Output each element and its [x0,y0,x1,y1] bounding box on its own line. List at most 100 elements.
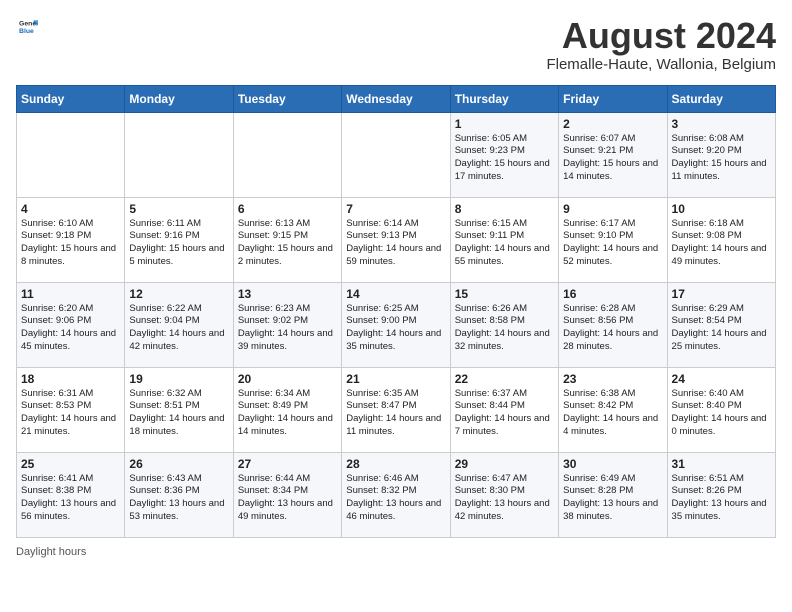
day-number: 9 [563,202,662,216]
calendar-cell: 27Sunrise: 6:44 AM Sunset: 8:34 PM Dayli… [233,452,341,537]
calendar-cell: 14 Sunrise: 6:25 AM Sunset: 9:00 PM Dayli… [342,282,450,367]
day-detail: Sunrise: 6:26 AM Sunset: 8:58 PM Dayligh… [455,303,554,354]
day-detail: Sunrise: 6:46 AM Sunset: 8:32 PM Dayligh… [346,473,445,524]
day-number: 12 [129,287,228,301]
calendar-cell: 23 Sunrise: 6:38 AM Sunset: 8:42 PM Dayli… [559,367,667,452]
subtitle: Flemalle-Haute, Wallonia, Belgium [546,56,776,73]
calendar-cell: 12 Sunrise: 6:22 AM Sunset: 9:04 PM Dayli… [125,282,233,367]
day-number: 23 [563,372,662,386]
calendar-cell [233,112,341,197]
day-number: 2 [563,117,662,131]
day-number: 28 [346,457,445,471]
calendar-cell: 16 Sunrise: 6:28 AM Sunset: 8:56 PM Dayli… [559,282,667,367]
day-number: 31 [672,457,771,471]
day-number: 18 [21,372,120,386]
weekday-header: Saturday [667,85,775,112]
day-number: 25 [21,457,120,471]
calendar-cell: 4Sunrise: 6:10 AM Sunset: 9:18 PM Daylig… [17,197,125,282]
weekday-header: Sunday [17,85,125,112]
day-detail: Sunrise: 6:40 AM Sunset: 8:40 PM Dayligh… [672,388,771,439]
calendar-week-row: 1Sunrise: 6:05 AM Sunset: 9:23 PM Daylig… [17,112,776,197]
calendar-week-row: 11 Sunrise: 6:20 AM Sunset: 9:06 PM Dayli… [17,282,776,367]
calendar-cell: 2Sunrise: 6:07 AM Sunset: 9:21 PM Daylig… [559,112,667,197]
day-number: 13 [238,287,337,301]
day-detail: Sunrise: 6:28 AM Sunset: 8:56 PM Dayligh… [563,303,662,354]
day-detail: Sunrise: 6:51 AM Sunset: 8:26 PM Dayligh… [672,473,771,524]
calendar-cell: 1Sunrise: 6:05 AM Sunset: 9:23 PM Daylig… [450,112,558,197]
daylight-label: Daylight hours [16,546,86,558]
day-number: 29 [455,457,554,471]
day-detail: Sunrise: 6:47 AM Sunset: 8:30 PM Dayligh… [455,473,554,524]
calendar-cell: 31 Sunrise: 6:51 AM Sunset: 8:26 PM Dayli… [667,452,775,537]
calendar-cell: 17 Sunrise: 6:29 AM Sunset: 8:54 PM Dayli… [667,282,775,367]
calendar-cell [342,112,450,197]
calendar-cell: 26 Sunrise: 6:43 AM Sunset: 8:36 PM Dayli… [125,452,233,537]
day-detail: Sunrise: 6:17 AM Sunset: 9:10 PM Dayligh… [563,218,662,269]
day-detail: Sunrise: 6:20 AM Sunset: 9:06 PM Dayligh… [21,303,120,354]
day-number: 24 [672,372,771,386]
day-number: 30 [563,457,662,471]
calendar-cell: 8 Sunrise: 6:15 AM Sunset: 9:11 PM Daylig… [450,197,558,282]
calendar-cell: 5 Sunrise: 6:11 AM Sunset: 9:16 PM Daylig… [125,197,233,282]
weekday-header-row: SundayMondayTuesdayWednesdayThursdayFrid… [17,85,776,112]
weekday-header: Thursday [450,85,558,112]
day-number: 20 [238,372,337,386]
day-number: 5 [129,202,228,216]
day-detail: Sunrise: 6:13 AM Sunset: 9:15 PM Dayligh… [238,218,337,269]
day-detail: Sunrise: 6:18 AM Sunset: 9:08 PM Dayligh… [672,218,771,269]
logo-image: General Blue [16,16,38,41]
day-number: 26 [129,457,228,471]
calendar-week-row: 25 Sunrise: 6:41 AM Sunset: 8:38 PM Dayli… [17,452,776,537]
page-header: General Blue August 2024 Flemalle-Haute,… [16,16,776,73]
day-detail: Sunrise: 6:41 AM Sunset: 8:38 PM Dayligh… [21,473,120,524]
weekday-header: Wednesday [342,85,450,112]
weekday-header: Friday [559,85,667,112]
day-number: 17 [672,287,771,301]
footer: Daylight hours [16,546,776,558]
day-number: 19 [129,372,228,386]
day-detail: Sunrise: 6:35 AM Sunset: 8:47 PM Dayligh… [346,388,445,439]
calendar-cell [125,112,233,197]
calendar-cell: 25 Sunrise: 6:41 AM Sunset: 8:38 PM Dayli… [17,452,125,537]
calendar-cell: 7Sunrise: 6:14 AM Sunset: 9:13 PM Daylig… [342,197,450,282]
day-number: 22 [455,372,554,386]
day-detail: Sunrise: 6:37 AM Sunset: 8:44 PM Dayligh… [455,388,554,439]
day-number: 8 [455,202,554,216]
title-block: August 2024 Flemalle-Haute, Wallonia, Be… [546,16,776,73]
calendar-cell: 11 Sunrise: 6:20 AM Sunset: 9:06 PM Dayli… [17,282,125,367]
day-detail: Sunrise: 6:34 AM Sunset: 8:49 PM Dayligh… [238,388,337,439]
day-detail: Sunrise: 6:43 AM Sunset: 8:36 PM Dayligh… [129,473,228,524]
day-detail: Sunrise: 6:08 AM Sunset: 9:20 PM Dayligh… [672,133,771,184]
calendar-cell: 28 Sunrise: 6:46 AM Sunset: 8:32 PM Dayli… [342,452,450,537]
day-detail: Sunrise: 6:31 AM Sunset: 8:53 PM Dayligh… [21,388,120,439]
logo: General Blue [16,16,38,41]
calendar-cell: 29 Sunrise: 6:47 AM Sunset: 8:30 PM Dayli… [450,452,558,537]
day-number: 16 [563,287,662,301]
day-number: 14 [346,287,445,301]
day-number: 27 [238,457,337,471]
day-detail: Sunrise: 6:23 AM Sunset: 9:02 PM Dayligh… [238,303,337,354]
calendar-cell: 24 Sunrise: 6:40 AM Sunset: 8:40 PM Dayli… [667,367,775,452]
day-number: 11 [21,287,120,301]
day-detail: Sunrise: 6:49 AM Sunset: 8:28 PM Dayligh… [563,473,662,524]
day-detail: Sunrise: 6:29 AM Sunset: 8:54 PM Dayligh… [672,303,771,354]
day-number: 6 [238,202,337,216]
day-number: 1 [455,117,554,131]
day-detail: Sunrise: 6:38 AM Sunset: 8:42 PM Dayligh… [563,388,662,439]
calendar-cell: 15Sunrise: 6:26 AM Sunset: 8:58 PM Dayli… [450,282,558,367]
day-detail: Sunrise: 6:22 AM Sunset: 9:04 PM Dayligh… [129,303,228,354]
day-detail: Sunrise: 6:25 AM Sunset: 9:00 PM Dayligh… [346,303,445,354]
calendar-cell: 22 Sunrise: 6:37 AM Sunset: 8:44 PM Dayli… [450,367,558,452]
main-title: August 2024 [546,16,776,56]
calendar-table: SundayMondayTuesdayWednesdayThursdayFrid… [16,85,776,538]
day-detail: Sunrise: 6:11 AM Sunset: 9:16 PM Dayligh… [129,218,228,269]
calendar-cell: 9 Sunrise: 6:17 AM Sunset: 9:10 PM Daylig… [559,197,667,282]
day-detail: Sunrise: 6:15 AM Sunset: 9:11 PM Dayligh… [455,218,554,269]
calendar-cell [17,112,125,197]
calendar-week-row: 4Sunrise: 6:10 AM Sunset: 9:18 PM Daylig… [17,197,776,282]
calendar-cell: 30 Sunrise: 6:49 AM Sunset: 8:28 PM Dayli… [559,452,667,537]
calendar-cell: 3Sunrise: 6:08 AM Sunset: 9:20 PM Daylig… [667,112,775,197]
weekday-header: Tuesday [233,85,341,112]
calendar-cell: 10Sunrise: 6:18 AM Sunset: 9:08 PM Dayli… [667,197,775,282]
calendar-cell: 6 Sunrise: 6:13 AM Sunset: 9:15 PM Daylig… [233,197,341,282]
